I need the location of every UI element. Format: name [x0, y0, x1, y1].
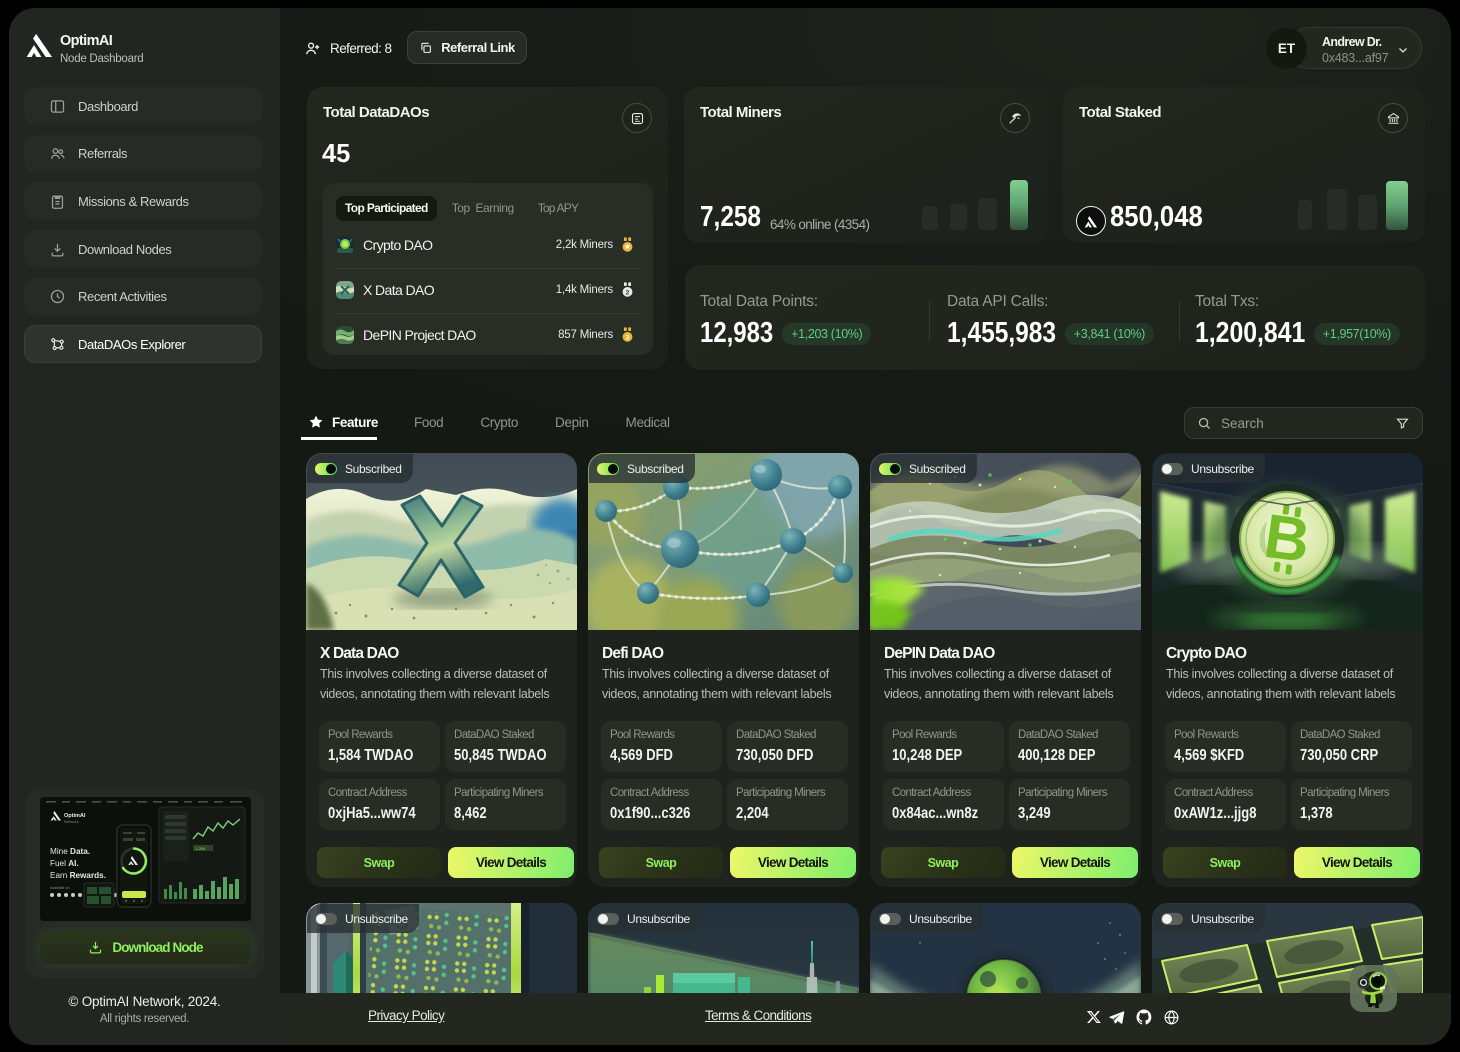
svg-text:Network: Network [64, 819, 79, 824]
svg-text:Earn Rewards.: Earn Rewards. [50, 871, 106, 880]
svg-text:3: 3 [626, 334, 630, 341]
svg-text:Fuel AI.: Fuel AI. [50, 859, 79, 868]
svg-text:Mine Data.: Mine Data. [50, 847, 90, 856]
svg-text:1,250: 1,250 [195, 846, 206, 851]
svg-text:2: 2 [626, 289, 630, 296]
svg-text:Available on: Available on [50, 886, 70, 890]
